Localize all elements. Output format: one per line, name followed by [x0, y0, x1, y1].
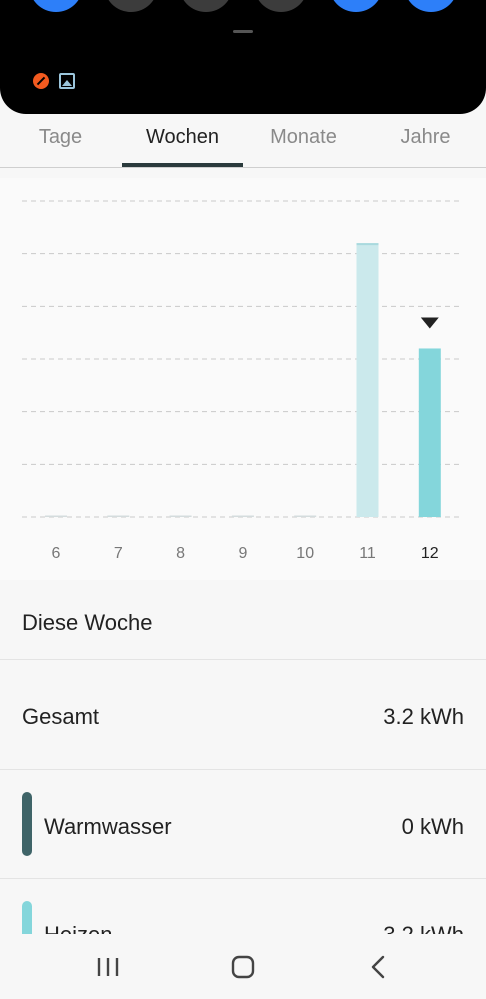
warmwasser-label: Warmwasser: [44, 814, 172, 839]
period-tabs: Tage Wochen Monate Jahre: [0, 114, 486, 168]
total-value: 3.2 kWh: [383, 704, 464, 729]
back-button[interactable]: [358, 952, 398, 982]
divider: [0, 878, 486, 879]
notification-shade[interactable]: [0, 0, 486, 114]
bar-group[interactable]: 9: [231, 515, 254, 563]
recent-apps-icon: [97, 958, 119, 976]
quick-setting-toggle[interactable]: [404, 0, 458, 12]
bar-chart: 6 7 8 9 10 11 12: [22, 200, 460, 563]
chart-bar[interactable]: [169, 515, 192, 518]
section-title: Diese Woche: [22, 610, 153, 635]
system-navigation-bar: [0, 934, 486, 999]
chart-bar[interactable]: [356, 243, 379, 517]
quick-setting-toggle[interactable]: [29, 0, 83, 12]
bar-group[interactable]: 11: [356, 243, 379, 562]
quick-setting-toggle[interactable]: [329, 0, 383, 12]
x-tick-label[interactable]: 10: [296, 545, 314, 562]
x-tick-label[interactable]: 9: [238, 545, 247, 562]
tab-wochen[interactable]: Wochen: [122, 114, 243, 167]
chart-bar[interactable]: [107, 515, 130, 518]
bar-cap: [356, 243, 379, 246]
bar-group[interactable]: 12: [418, 317, 441, 562]
shade-handle[interactable]: [233, 30, 253, 33]
blocked-notification-icon: [33, 73, 49, 89]
x-tick-label[interactable]: 12: [421, 545, 439, 562]
warmwasser-color-swatch: [22, 792, 32, 856]
bar-group[interactable]: 7: [107, 515, 130, 563]
bar-group[interactable]: 6: [45, 515, 67, 563]
chart-bar[interactable]: [45, 515, 67, 518]
home-icon: [231, 955, 255, 979]
home-button[interactable]: [223, 952, 263, 982]
quick-setting-toggle[interactable]: [104, 0, 158, 12]
recent-apps-button[interactable]: [88, 952, 128, 982]
quick-setting-toggle[interactable]: [254, 0, 308, 12]
quick-setting-toggle[interactable]: [179, 0, 233, 12]
active-tab-indicator: [122, 163, 243, 167]
total-label: Gesamt: [22, 704, 100, 729]
back-icon: [371, 955, 385, 979]
tab-jahre[interactable]: Jahre: [365, 114, 486, 167]
bar-group[interactable]: 10: [294, 515, 317, 563]
tab-tage[interactable]: Tage: [0, 114, 121, 167]
image-notification-icon: [59, 73, 75, 89]
energy-chart: 6 7 8 9 10 11 12: [0, 178, 486, 580]
chart-bar[interactable]: [231, 515, 254, 518]
x-tick-label[interactable]: 11: [359, 545, 376, 562]
chart-bar[interactable]: [294, 515, 317, 518]
x-tick-label[interactable]: 6: [52, 545, 61, 562]
divider: [0, 659, 486, 660]
divider: [0, 769, 486, 770]
x-tick-label[interactable]: 8: [176, 545, 185, 562]
tab-monate[interactable]: Monate: [243, 114, 364, 167]
warmwasser-value: 0 kWh: [401, 814, 464, 839]
bar-group[interactable]: 8: [169, 515, 192, 563]
selected-marker-icon: [420, 317, 439, 329]
x-tick-label[interactable]: 7: [114, 545, 123, 562]
chart-bar[interactable]: [418, 348, 441, 517]
